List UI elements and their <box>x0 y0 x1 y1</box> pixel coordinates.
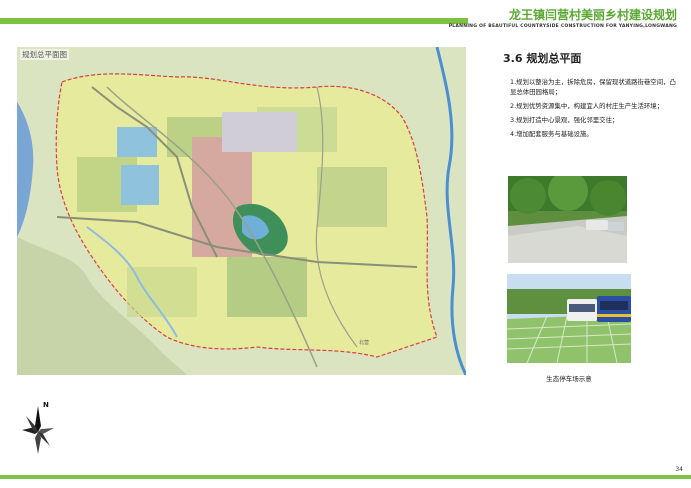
master-plan-map: 北营 规划总平面图 <box>17 47 466 375</box>
page-title: 龙王镇闫营村美丽乡村建设规划 <box>508 8 677 22</box>
parking-photo-1 <box>508 176 627 263</box>
planning-point: 1.规划以整治为主，拆除危房，保留现状道路街巷空间，凸显总体田园格局； <box>510 78 676 96</box>
planning-point: 4.增加配套服务与基础设施。 <box>510 130 593 138</box>
place-label: 北营 <box>359 339 369 346</box>
map-label: 规划总平面图 <box>20 49 69 60</box>
photo-caption: 生态停车场示意 <box>546 375 592 383</box>
planning-point: 3.规划打造中心景观，强化邻里交往； <box>510 116 619 124</box>
planning-points: 1.规划以整治为主，拆除危房，保留现状道路街巷空间，凸显总体田园格局； 2.规划… <box>510 77 682 143</box>
master-plan-drawing: 北营 <box>17 47 466 375</box>
page-subtitle: PLANNING OF BEAUTIFUL COUNTRYSIDE CONSTR… <box>448 24 677 29</box>
parking-photo-2 <box>507 274 631 363</box>
section-title: 3.6 规划总平面 <box>503 52 582 65</box>
north-arrow-icon: N <box>20 398 56 456</box>
page-number: 34 <box>675 466 683 473</box>
footer-bar <box>0 475 691 479</box>
header-bar <box>0 18 468 24</box>
planning-point: 2.规划优势资源集中，构建宜人的村庄生产生活环境； <box>510 102 664 110</box>
north-label: N <box>43 401 49 409</box>
